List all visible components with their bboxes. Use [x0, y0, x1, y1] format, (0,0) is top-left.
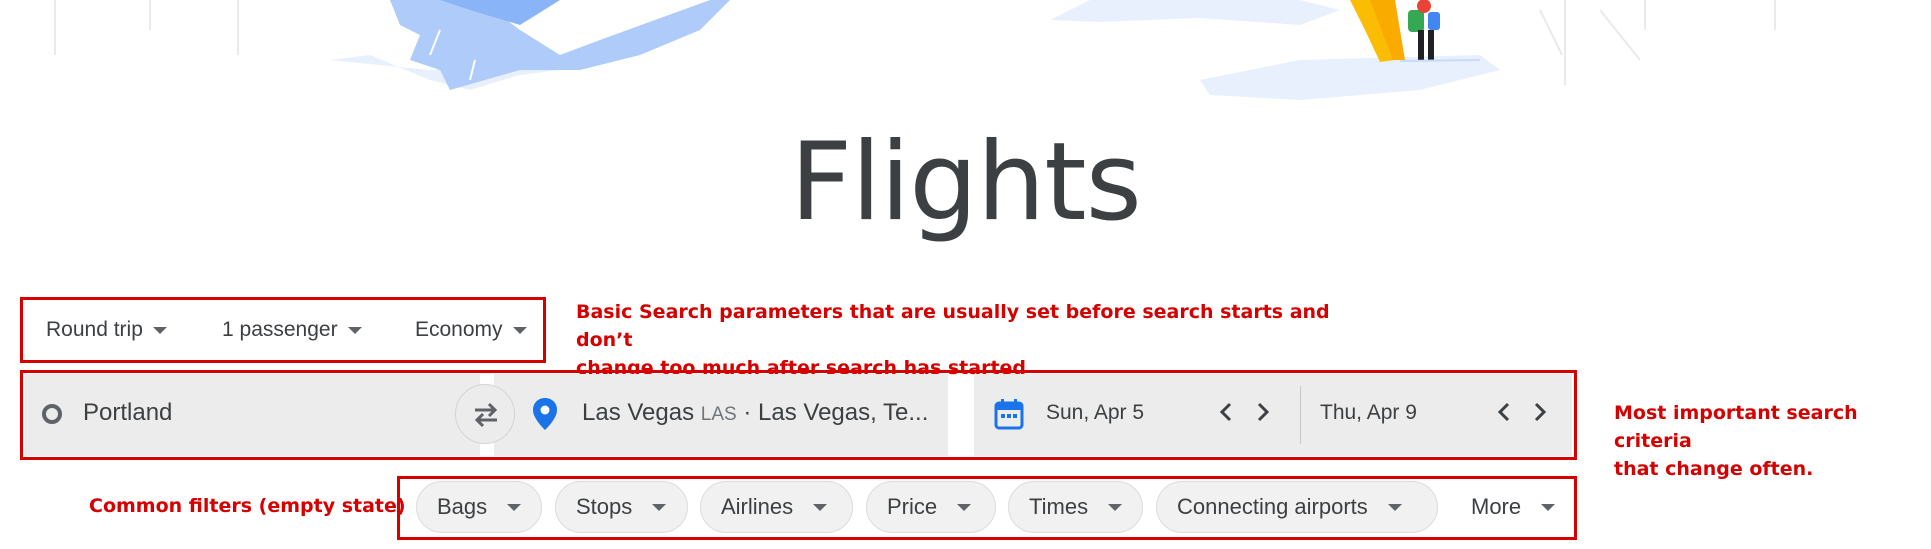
- passengers-label: 1 passenger: [222, 318, 338, 341]
- annotation-search-criteria: Most important search criteria that chan…: [1614, 399, 1931, 483]
- annotation-search-criteria-line2: that change often.: [1614, 458, 1814, 480]
- annotation-search-criteria-line1: Most important search criteria: [1614, 402, 1858, 452]
- search-criteria-highlight: [20, 370, 1577, 460]
- cabin-class-label: Economy: [415, 318, 503, 341]
- annotation-filters: Common filters (empty state): [89, 495, 406, 517]
- cabin-class-dropdown[interactable]: Economy: [415, 318, 527, 342]
- passengers-dropdown[interactable]: 1 passenger: [222, 318, 362, 342]
- trip-type-dropdown[interactable]: Round trip: [46, 318, 167, 342]
- annotation-basic-params-line1: Basic Search parameters that are usually…: [576, 301, 1330, 351]
- dropdown-caret-icon: [152, 326, 167, 334]
- page-title: Flights: [790, 120, 1142, 245]
- hero-illustration: [0, 0, 1931, 110]
- dropdown-caret-icon: [347, 326, 362, 334]
- trip-type-label: Round trip: [46, 318, 143, 341]
- dropdown-caret-icon: [512, 326, 527, 334]
- filters-highlight: [397, 476, 1577, 540]
